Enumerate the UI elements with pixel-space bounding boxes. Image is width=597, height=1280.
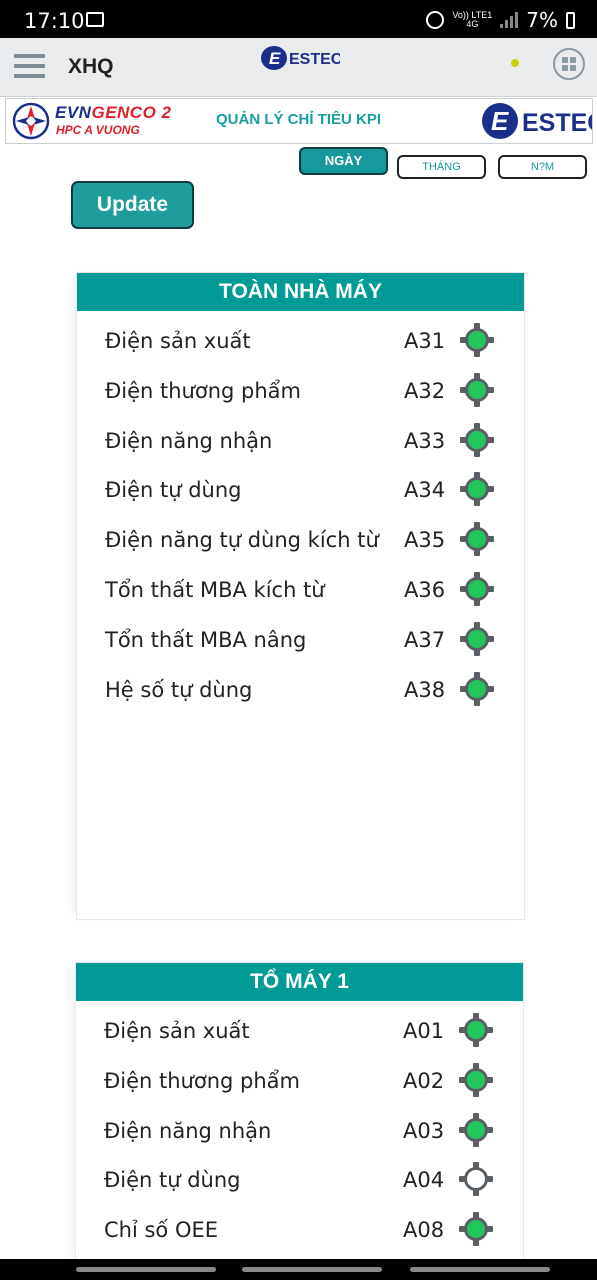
kpi-label: Điện năng nhận (105, 428, 273, 453)
kpi-code: A08 (403, 1218, 445, 1243)
plant-row[interactable]: Điện thương phẩm A32 (77, 371, 524, 411)
kpi-code: A36 (404, 578, 446, 602)
tab-month[interactable]: THÁNG (397, 155, 486, 179)
svg-text:E: E (491, 106, 509, 136)
menu-icon[interactable] (14, 54, 45, 79)
status-bar: 17:10 Vo)) LTE1 4G 7% (0, 0, 597, 38)
green-target-icon[interactable] (460, 323, 494, 357)
plant-panel-title: TOÀN NHÀ MÁY (77, 273, 524, 311)
kpi-code: A04 (403, 1168, 445, 1193)
kpi-banner: EVNGENCO 2 HPC A VUONG QUẢN LÝ CHỈ TIÊU … (5, 98, 597, 145)
nav-handle-center[interactable] (242, 1267, 382, 1272)
unit1-panel-title: TỔ MÁY 1 (76, 963, 523, 1001)
kpi-label: Điện tự dùng (105, 478, 242, 503)
green-target-icon[interactable] (459, 1212, 493, 1247)
status-time: 17:10 (24, 9, 85, 33)
svg-text:ESTEC: ESTEC (522, 109, 592, 137)
plant-row[interactable]: Hệ số tự dùng A38 (77, 670, 524, 710)
green-target-icon[interactable] (459, 1062, 493, 1097)
status-dot (511, 59, 519, 67)
white-target-icon[interactable] (459, 1162, 493, 1197)
unit1-row[interactable]: Điện sản xuất A01 (76, 1011, 523, 1051)
green-target-icon[interactable] (460, 372, 494, 407)
kpi-code: A02 (403, 1068, 445, 1093)
kpi-label: Điện năng tự dùng kích từ (105, 528, 379, 553)
kpi-code: A35 (404, 528, 446, 553)
green-target-icon[interactable] (460, 621, 494, 656)
app-title: XHQ (68, 55, 114, 78)
tab-day[interactable]: NGÀY (299, 147, 388, 175)
svg-text:E: E (269, 49, 281, 68)
battery-percent: 7% (526, 8, 558, 32)
unit1-row[interactable]: Điện năng nhận A03 (76, 1111, 523, 1151)
green-target-icon[interactable] (460, 472, 494, 507)
kpi-label: Điện tự dùng (104, 1168, 241, 1193)
battery-icon (566, 11, 575, 29)
kpi-code: A33 (404, 428, 446, 453)
tab-year[interactable]: N?M (498, 155, 587, 179)
kpi-code: A37 (404, 627, 446, 652)
unit1-row[interactable]: Điện tự dùng A04 (76, 1160, 523, 1200)
svg-text:ESTEC: ESTEC (289, 51, 340, 68)
kpi-label: Điện sản xuất (104, 1019, 250, 1043)
brand-sub: HPC A VUONG (56, 123, 140, 137)
plant-row[interactable]: Điện tự dùng A34 (77, 470, 524, 510)
green-target-icon[interactable] (460, 522, 494, 557)
green-target-icon[interactable] (459, 1112, 493, 1147)
kpi-label: Điện thương phẩm (105, 378, 301, 403)
gallery-icon (86, 12, 104, 27)
evn-emblem-icon (12, 102, 50, 140)
signal-icon (500, 12, 519, 28)
system-nav-bar (0, 1259, 597, 1280)
plant-panel: TOÀN NHÀ MÁY Điện sản xuất A31 Điện thương… (76, 272, 525, 920)
kpi-label: Điện sản xuất (105, 329, 251, 353)
kpi-code: A38 (404, 677, 446, 702)
green-target-icon[interactable] (460, 572, 494, 606)
update-button[interactable]: Update (71, 181, 194, 229)
status-right: Vo)) LTE1 4G 7% (426, 8, 575, 32)
nav-handle-left[interactable] (76, 1267, 216, 1272)
estec-logo-banner: E ESTEC (480, 102, 597, 145)
network-indicator: Vo)) LTE1 4G (452, 10, 493, 29)
unit1-row[interactable]: Chỉ số OEE A08 (76, 1210, 523, 1250)
plant-row[interactable]: Điện sản xuất A31 (77, 321, 524, 361)
kpi-code: A34 (404, 478, 446, 503)
kpi-label: Điện năng nhận (104, 1118, 272, 1143)
plant-row[interactable]: Tổn thất MBA kích từ A36 (77, 570, 524, 610)
kpi-label: Tổn thất MBA kích từ (105, 578, 325, 602)
kpi-code: A31 (404, 329, 446, 353)
unit1-row[interactable]: Điện thương phẩm A02 (76, 1061, 523, 1101)
brand-name: EVNGENCO 2 (55, 103, 172, 122)
green-target-icon[interactable] (459, 1013, 493, 1047)
plant-row[interactable]: Điện năng nhận A33 (77, 421, 524, 461)
kpi-code: A01 (403, 1019, 445, 1043)
plant-row[interactable]: Điện năng tự dùng kích từ A35 (77, 520, 524, 560)
app-bar: XHQ E ESTEC (0, 38, 597, 97)
kpi-code: A03 (403, 1118, 445, 1143)
estec-logo-top: E ESTEC (260, 44, 343, 77)
unit1-panel: TỔ MÁY 1 Điện sản xuất A01 Điện thương phẩ… (75, 962, 524, 1264)
kpi-label: Hệ số tự dùng (105, 677, 253, 702)
green-target-icon[interactable] (460, 422, 494, 457)
kpi-label: Tổn thất MBA nâng (105, 627, 307, 652)
apps-grid-icon[interactable] (553, 48, 585, 80)
alarm-icon (426, 11, 445, 29)
banner-title: QUẢN LÝ CHỈ TIÊU KPI (216, 111, 382, 128)
kpi-code: A32 (404, 378, 446, 403)
kpi-label: Điện thương phẩm (104, 1068, 300, 1093)
kpi-label: Chỉ số OEE (104, 1218, 219, 1243)
green-target-icon[interactable] (460, 671, 494, 706)
plant-row[interactable]: Tổn thất MBA nâng A37 (77, 620, 524, 660)
nav-handle-right[interactable] (410, 1267, 550, 1272)
